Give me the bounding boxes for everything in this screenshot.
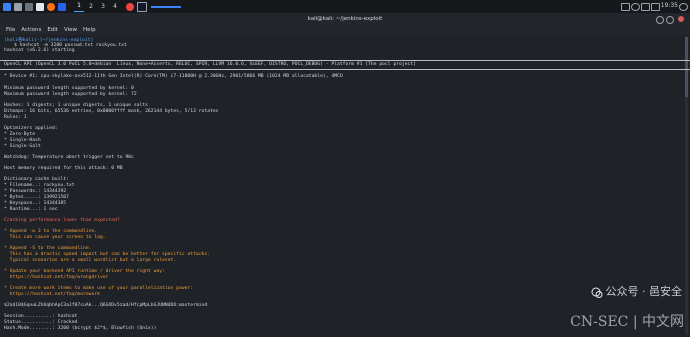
settings-icon[interactable] xyxy=(58,2,66,11)
warning-line: * Update your backend API runtime / driv… xyxy=(4,269,165,274)
output-line: Rules: 1 xyxy=(4,115,27,120)
taskbar: 1 2 3 4 19:35 xyxy=(0,0,690,13)
output-line: * Runtime...: 1 sec xyxy=(4,207,58,212)
desktop-icon[interactable] xyxy=(14,2,22,11)
menubar: File Actions Edit View Help xyxy=(0,25,690,35)
output-line: Maximum password length supported by ker… xyxy=(4,92,137,97)
maximize-button[interactable] xyxy=(666,16,674,24)
output-line: * Zero-Byte xyxy=(4,132,36,137)
output-line: * Single-Hash xyxy=(4,138,41,143)
output-line: Dictionary cache built: xyxy=(4,177,69,182)
volume-icon[interactable] xyxy=(631,3,640,11)
output-line: * Device #1: cpu-skylake-avx512-11th Gen… xyxy=(4,74,343,79)
kali-menu-icon[interactable] xyxy=(3,2,11,11)
output-line: Watchdog: Temperature abort trigger set … xyxy=(4,155,134,160)
warning-line: This has a drastic speed impact but can … xyxy=(4,252,211,257)
workspace-2[interactable]: 2 xyxy=(86,2,96,12)
active-window-indicator xyxy=(151,5,181,8)
status-line: Hash.Mode........: 3200 (bcrypt $2*$, Bl… xyxy=(4,326,157,331)
close-button[interactable] xyxy=(678,16,684,22)
app-terminal-icon[interactable] xyxy=(137,1,147,12)
workspace-4[interactable]: 4 xyxy=(110,2,120,12)
power-icon[interactable] xyxy=(679,3,688,11)
desktop-screen: 1 2 3 4 19:35 kali@kali: ~/jenkins-explo… xyxy=(0,0,690,337)
output-line: OpenCL API (OpenCL 3.0 PoCL 5.0+debian L… xyxy=(4,62,417,67)
wechat-icon xyxy=(591,287,603,298)
minimize-button[interactable] xyxy=(656,16,664,24)
display-icon[interactable] xyxy=(621,3,630,11)
clock[interactable]: 19:35 xyxy=(661,2,678,9)
workspace-1[interactable]: 1 xyxy=(74,1,84,12)
terminal-icon[interactable] xyxy=(36,2,44,11)
status-line: Session..........: hashcat xyxy=(4,314,78,319)
watermark-account: 公众号 · 邑安全 xyxy=(605,285,683,298)
firefox-icon[interactable] xyxy=(47,2,55,11)
battery-icon[interactable] xyxy=(651,3,660,11)
menu-file[interactable]: File xyxy=(6,27,15,33)
output-line: Bitmaps: 16 bits, 65536 entries, 0x0000f… xyxy=(4,109,219,114)
watermark-site: CN-SEC | 中文网 xyxy=(570,314,684,330)
window-titlebar[interactable]: kali@kali: ~/jenkins-exploit xyxy=(0,13,690,25)
output-line: * Keyspace..: 14344385 xyxy=(4,201,67,206)
warning-line: This can cause your screen to lag. xyxy=(4,235,106,240)
warning-link[interactable]: https://hashcat.net/faq/wrongdriver xyxy=(4,275,109,280)
output-line: * Bytes.....: 139921507 xyxy=(4,195,69,200)
menu-help[interactable]: Help xyxy=(83,27,96,33)
output-line: Minimum password length supported by ker… xyxy=(4,86,134,91)
cracked-hash-line: $2a$10$GqnuLZhOqbhApC3aJf07cuAk...Q6GXDv… xyxy=(4,303,208,308)
warning-line: Cracking performance lower than expected… xyxy=(4,218,120,223)
output-line: hashcat (v6.2.6) starting xyxy=(4,48,75,53)
files-icon[interactable] xyxy=(25,2,33,11)
notification-icon[interactable] xyxy=(641,3,650,11)
output-line: Host memory required for this attack: 0 … xyxy=(4,166,123,171)
app-firefox-icon[interactable] xyxy=(126,2,134,11)
menu-actions[interactable]: Actions xyxy=(21,27,41,33)
output-line: * Single-Salt xyxy=(4,144,41,149)
warning-line: * Append -w 3 to the commandline. xyxy=(4,229,98,234)
workspace-3[interactable]: 3 xyxy=(98,2,108,12)
output-line: Hashes: 1 digests; 1 unique digests, 1 u… xyxy=(4,103,148,108)
status-line: Status...........: Cracked xyxy=(4,320,78,325)
output-line: * Filename..: rockyou.txt xyxy=(4,183,75,188)
window-title: kali@kali: ~/jenkins-exploit xyxy=(307,16,383,22)
menu-edit[interactable]: Edit xyxy=(47,27,58,33)
warning-line: * Create more work items to make use of … xyxy=(4,286,194,291)
output-line: Optimizers applied: xyxy=(4,126,58,131)
output-line: * Passwords.: 14344392 xyxy=(4,189,67,194)
warning-line: * Append -S to the commandline. xyxy=(4,246,92,251)
menu-view[interactable]: View xyxy=(64,27,77,33)
warning-link[interactable]: https://hashcat.net/faq/morework xyxy=(4,292,100,297)
terminal-output[interactable] xyxy=(0,35,690,337)
warning-line: Typical scenarios are a small wordlist b… xyxy=(4,258,177,263)
